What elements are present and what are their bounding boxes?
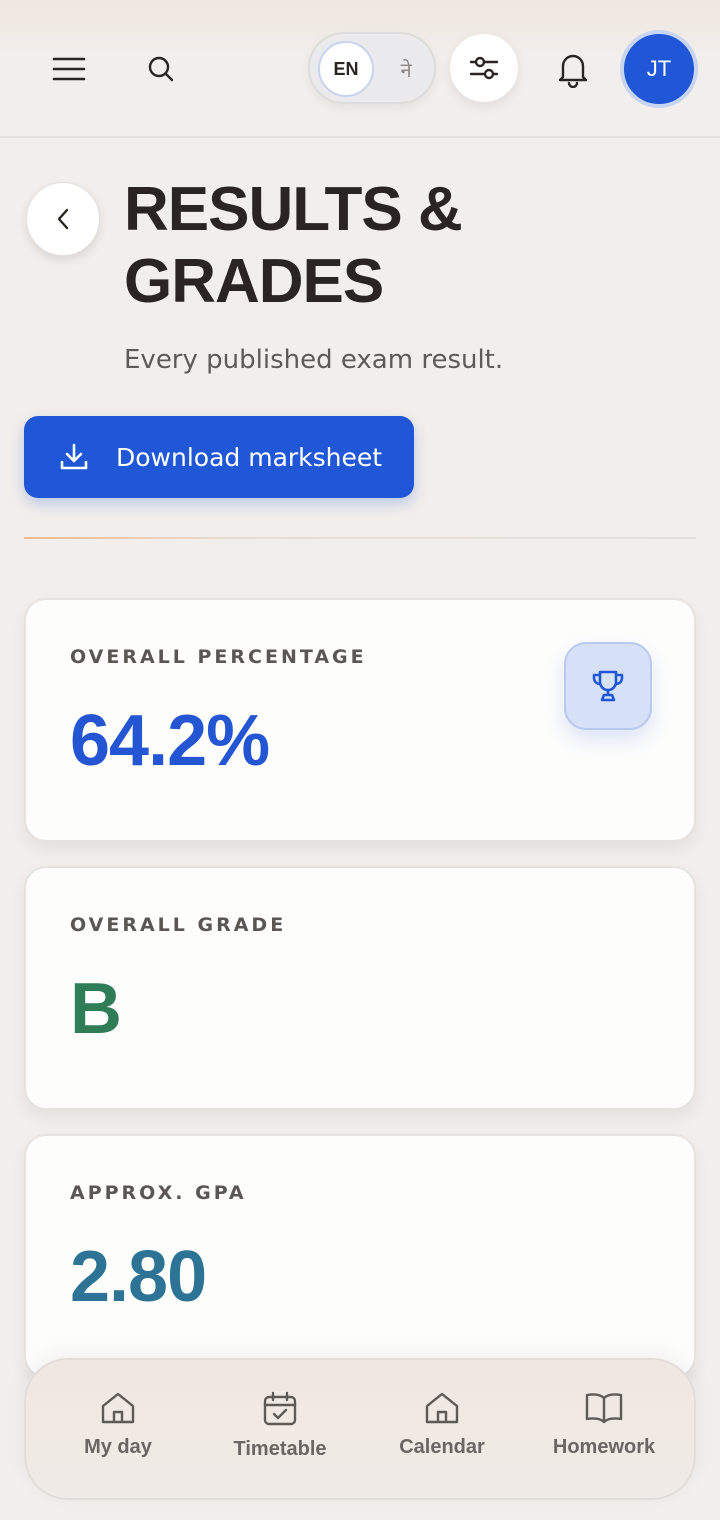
trophy-badge xyxy=(564,642,652,730)
sliders-icon xyxy=(469,56,499,80)
bell-icon xyxy=(558,54,588,88)
download-marksheet-button[interactable]: Download marksheet xyxy=(24,416,414,498)
nav-label-my-day: My day xyxy=(84,1436,152,1458)
back-button[interactable] xyxy=(26,182,100,256)
menu-button[interactable] xyxy=(44,44,94,94)
results-grades-page: EN ने JT RESULTS & GRADES Every publishe… xyxy=(0,0,720,1520)
nav-item-calendar[interactable]: Calendar xyxy=(362,1390,522,1476)
overall-percentage-label: OVERALL PERCENTAGE xyxy=(70,646,367,668)
filter-button[interactable] xyxy=(450,34,518,102)
overall-grade-card: OVERALL GRADE B xyxy=(24,866,696,1110)
top-bar: EN ने JT xyxy=(0,0,720,138)
search-button[interactable] xyxy=(136,44,186,94)
approx-gpa-card: APPROX. GPA 2.80 xyxy=(24,1134,696,1378)
download-marksheet-label: Download marksheet xyxy=(116,442,383,472)
language-toggle[interactable]: EN ने xyxy=(308,32,436,104)
page-title: RESULTS & GRADES xyxy=(124,174,684,318)
search-icon xyxy=(148,56,174,82)
overall-grade-label: OVERALL GRADE xyxy=(70,914,287,936)
page-title-line-1: RESULTS & xyxy=(124,175,463,244)
home-icon xyxy=(101,1392,135,1424)
language-option-ne[interactable]: ने xyxy=(386,44,426,94)
approx-gpa-value: 2.80 xyxy=(70,1237,207,1317)
page-title-line-2: GRADES xyxy=(124,247,384,316)
hamburger-icon xyxy=(52,57,86,81)
approx-gpa-label: APPROX. GPA xyxy=(70,1182,247,1204)
nav-item-homework[interactable]: Homework xyxy=(524,1390,684,1476)
section-divider xyxy=(24,537,696,539)
nav-label-timetable: Timetable xyxy=(233,1438,327,1460)
notifications-button[interactable] xyxy=(546,42,600,96)
book-icon xyxy=(585,1393,623,1424)
trophy-icon xyxy=(592,670,624,702)
bottom-navigation: My day Timetable Calendar Homework xyxy=(24,1358,696,1500)
language-option-en[interactable]: EN xyxy=(318,41,374,97)
user-avatar[interactable]: JT xyxy=(620,30,698,108)
page-subtitle: Every published exam result. xyxy=(124,345,504,375)
overall-grade-value: B xyxy=(70,969,122,1049)
home-icon xyxy=(425,1392,459,1424)
nav-label-calendar: Calendar xyxy=(399,1436,485,1458)
download-icon xyxy=(60,443,88,470)
nav-label-homework: Homework xyxy=(552,1436,656,1458)
overall-percentage-value: 64.2% xyxy=(70,701,270,781)
calendar-check-icon xyxy=(263,1391,297,1426)
overall-percentage-card: OVERALL PERCENTAGE 64.2% xyxy=(24,598,696,842)
nav-item-timetable[interactable]: Timetable xyxy=(200,1390,360,1476)
chevron-left-icon xyxy=(57,208,69,230)
nav-item-my-day[interactable]: My day xyxy=(38,1390,198,1476)
